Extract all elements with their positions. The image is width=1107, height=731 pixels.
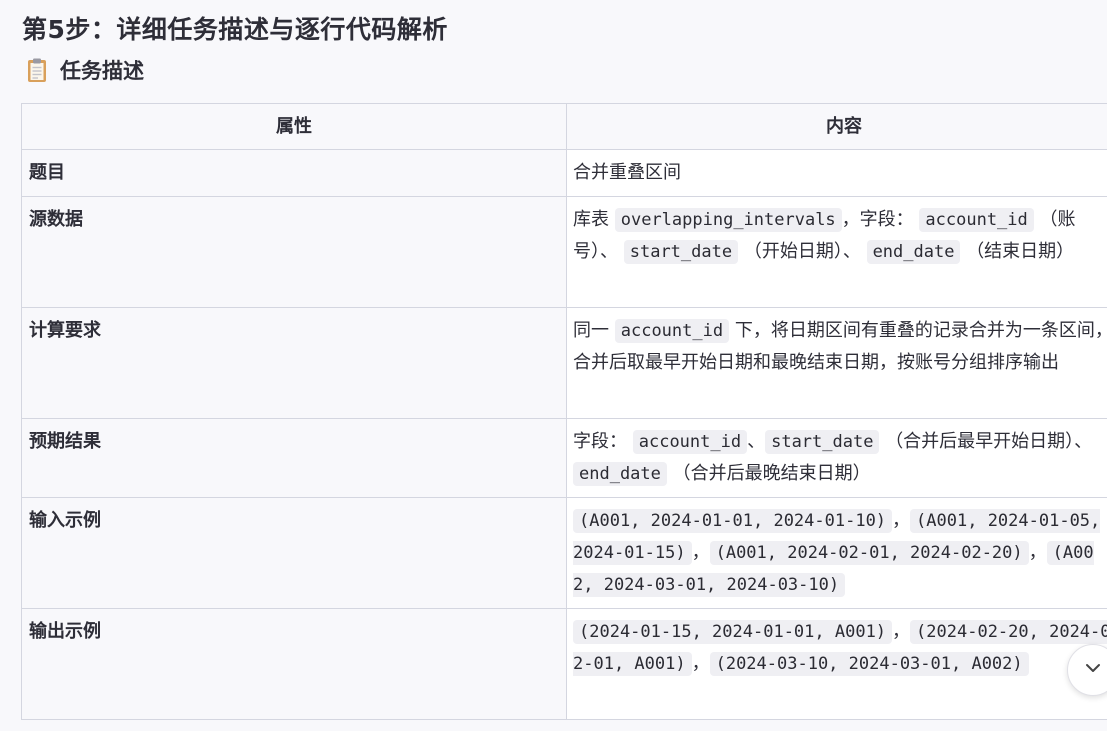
- task-table: 属性 内容 题目 合并重叠区间 源数据 库表 overlapping_inter…: [21, 103, 1107, 720]
- inline-code: (2024-03-10, 2024-03-01, A002): [709, 652, 1029, 676]
- inline-code: end_date: [866, 240, 961, 264]
- row-key: 源数据: [21, 196, 567, 308]
- row-value: (A001, 2024-01-01, 2024-01-10)， (A001, 20…: [566, 497, 1107, 609]
- row-value: 合并重叠区间: [566, 149, 1107, 197]
- row-key: 计算要求: [21, 307, 567, 419]
- row-value: 字段： account_id、 start_date （合并后最早开始日期）、 e…: [566, 418, 1107, 498]
- table-row: 输出示例 (2024-01-15, 2024-01-01, A001)， (202…: [21, 608, 1107, 720]
- table-row: 输入示例 (A001, 2024-01-01, 2024-01-10)， (A00…: [21, 497, 1107, 609]
- table-row: 题目 合并重叠区间: [21, 149, 1107, 197]
- header-content: 内容: [566, 103, 1107, 150]
- header-attribute: 属性: [21, 103, 567, 150]
- table-row: 预期结果 字段： account_id、 start_date （合并后最早开始日…: [21, 418, 1107, 498]
- table-row: 源数据 库表 overlapping_intervals ，字段： account…: [21, 196, 1107, 308]
- row-key: 输出示例: [21, 608, 567, 720]
- row-key: 预期结果: [21, 418, 567, 498]
- clipboard-icon: [24, 57, 50, 83]
- row-key: 题目: [21, 149, 567, 197]
- row-value: 库表 overlapping_intervals ，字段： account_id …: [566, 196, 1107, 308]
- step-heading: 第5步：详细任务描述与逐行代码解析: [22, 15, 448, 44]
- page: 第5步：详细任务描述与逐行代码解析 任务描述 属性 内容 题目 合并重叠区间 源…: [0, 0, 1107, 731]
- row-value: (2024-01-15, 2024-01-01, A001)， (2024-02-…: [566, 608, 1107, 720]
- table-row: 计算要求 同一 account_id 下，将日期区间有重叠的记录合并为一条区间，…: [21, 307, 1107, 419]
- inline-code: account_id: [632, 430, 748, 454]
- inline-code: start_date: [765, 430, 880, 454]
- chevron-down-icon: [1083, 658, 1103, 682]
- inline-code: account_id: [919, 208, 1034, 232]
- row-key: 输入示例: [21, 497, 567, 609]
- task-table-container: 属性 内容 题目 合并重叠区间 源数据 库表 overlapping_inter…: [21, 103, 1107, 731]
- row-value: 同一 account_id 下，将日期区间有重叠的记录合并为一条区间，合并后取最…: [566, 307, 1107, 419]
- inline-code: start_date: [623, 240, 739, 264]
- inline-code: (2024-01-15, 2024-01-01, A001): [573, 620, 893, 644]
- section-heading: 任务描述: [24, 55, 144, 85]
- inline-code: end_date: [573, 462, 667, 486]
- inline-code: overlapping_intervals: [614, 208, 842, 232]
- inline-code: account_id: [614, 319, 730, 343]
- section-title: 任务描述: [60, 59, 144, 83]
- inline-code: (A001, 2024-02-01, 2024-02-20): [709, 541, 1029, 565]
- inline-code: (A001, 2024-01-01, 2024-01-10): [573, 509, 893, 533]
- table-header-row: 属性 内容: [21, 103, 1107, 150]
